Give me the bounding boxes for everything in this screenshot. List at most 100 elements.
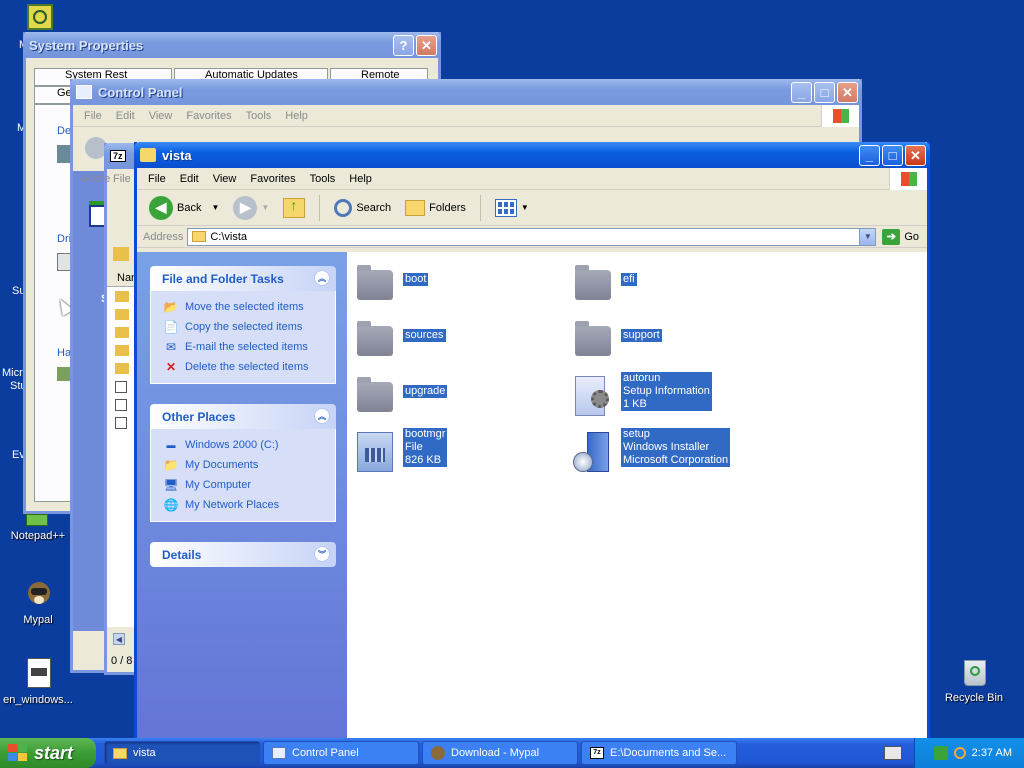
menu-favorites[interactable]: Favorites — [179, 110, 238, 122]
chevron-down-icon[interactable]: ︾ — [314, 546, 330, 562]
file-item-support[interactable]: support — [573, 320, 662, 360]
task-email[interactable]: ✉ E-mail the selected items — [163, 337, 335, 357]
search-tray-icon[interactable] — [953, 747, 966, 759]
menu-edit[interactable]: Edit — [173, 173, 206, 185]
views-button[interactable]: ▼ — [489, 193, 535, 223]
chevron-up-icon[interactable]: ︽ — [314, 408, 330, 424]
windows-installer-icon — [573, 432, 613, 472]
desktop-icon-label: Notepad++ — [10, 530, 66, 542]
task-button-7zip[interactable]: 7z E:\Documents and Se... — [581, 741, 737, 765]
file-item-boot[interactable]: boot — [355, 264, 429, 304]
desktop-top-icon[interactable] — [27, 4, 53, 30]
file-item-upgrade[interactable]: upgrade — [355, 376, 448, 416]
window-title: Control Panel — [98, 84, 183, 100]
vista-explorer-window[interactable]: vista _ □ ✕ File Edit View Favorites Too… — [134, 142, 930, 742]
file-item-setup[interactable]: setup Windows Installer Microsoft Corpor… — [573, 428, 731, 472]
status-bar: 0 / 8 — [111, 655, 133, 667]
menu-help[interactable]: Help — [342, 173, 379, 185]
up-button[interactable]: ↑ — [277, 193, 311, 223]
task-label: Delete the selected items — [185, 361, 309, 373]
clock[interactable]: 2:37 AM — [972, 747, 1012, 759]
file-label: efi — [621, 273, 637, 286]
task-button-control-panel[interactable]: Control Panel — [263, 741, 419, 765]
task-label: vista — [133, 747, 156, 759]
window-title: vista — [162, 147, 192, 163]
place-drive-c[interactable]: ▬ Windows 2000 (C:) — [163, 435, 335, 455]
raccoon-browser-icon — [431, 746, 445, 760]
address-input[interactable]: C:\vista ▼ — [187, 227, 877, 246]
menu-tools[interactable]: Tools — [303, 173, 343, 185]
desktop-icon-notepad[interactable]: Notepad++ — [0, 512, 76, 542]
section-label: Dri — [57, 233, 72, 245]
control-panel-icon — [76, 85, 92, 99]
up-folder-icon[interactable] — [113, 247, 129, 261]
start-button[interactable]: start — [0, 738, 96, 768]
folder-icon — [115, 345, 129, 356]
folder-icon — [115, 291, 129, 302]
maximize-button[interactable]: □ — [882, 145, 903, 166]
menu-help[interactable]: Help — [278, 110, 315, 122]
address-bar: Address C:\vista ▼ ➔ Go — [137, 226, 927, 248]
menu-file[interactable]: File — [77, 110, 109, 122]
file-label: setup Windows Installer Microsoft Corpor… — [621, 428, 731, 467]
recycle-bin-icon — [958, 656, 990, 688]
place-network[interactable]: 🌐 My Network Places — [163, 495, 335, 515]
section-label: De — [57, 125, 72, 137]
7zip-icon: 7z — [590, 747, 604, 759]
search-button[interactable]: Search — [328, 193, 397, 223]
task-button-mypal[interactable]: Download - Mypal — [422, 741, 578, 765]
task-button-vista[interactable]: vista — [104, 741, 260, 765]
file-item-sources[interactable]: sources — [355, 320, 446, 360]
title-bar[interactable]: Control Panel _ □ ✕ — [70, 79, 862, 105]
menu-favorites[interactable]: Favorites — [243, 173, 302, 185]
desktop-icon-recycle-bin[interactable]: Recycle Bin — [936, 656, 1012, 704]
place-my-documents[interactable]: 📁 My Documents — [163, 455, 335, 475]
file-icon — [115, 399, 127, 411]
go-button[interactable]: ➔ Go — [876, 228, 927, 245]
task-delete[interactable]: ✕ Delete the selected items — [163, 357, 335, 377]
folder-icon — [573, 264, 613, 304]
desktop-icon-mypal[interactable]: Mypal — [0, 578, 76, 626]
close-button[interactable]: ✕ — [905, 145, 926, 166]
title-bar[interactable]: vista _ □ ✕ — [134, 142, 930, 168]
keyboard-icon[interactable] — [884, 746, 902, 760]
menu-edit[interactable]: Edit — [109, 110, 142, 122]
chevron-down-icon[interactable]: ▼ — [261, 203, 269, 212]
file-item-efi[interactable]: efi — [573, 264, 637, 304]
minimize-button[interactable]: _ — [791, 82, 812, 103]
place-my-computer[interactable]: 🖥 My Computer — [163, 475, 335, 495]
minimize-button[interactable]: _ — [859, 145, 880, 166]
panel-header[interactable]: File and Folder Tasks ︽ — [150, 266, 336, 291]
close-button[interactable]: ✕ — [837, 82, 858, 103]
place-label: My Network Places — [185, 499, 280, 511]
file-item-bootmgr[interactable]: bootmgr File 826 KB — [355, 428, 448, 472]
desktop-icon-iso[interactable]: en_windows... — [0, 658, 76, 706]
scroll-left-arrow[interactable]: ◀ — [113, 633, 125, 645]
chevron-down-icon[interactable]: ▼ — [211, 203, 219, 212]
panel-header[interactable]: Details ︾ — [150, 542, 336, 567]
menu-file[interactable]: File — [141, 173, 173, 185]
raccoon-browser-icon — [22, 578, 54, 610]
folder-icon — [113, 747, 127, 759]
menu-tools[interactable]: Tools — [239, 110, 279, 122]
back-button[interactable]: ◀ Back ▼ — [143, 193, 225, 223]
title-bar[interactable]: System Properties ? ✕ — [23, 32, 441, 58]
explorer-body: File and Folder Tasks ︽ 📂 Move the select… — [137, 252, 927, 739]
menu-view[interactable]: View — [142, 110, 180, 122]
maximize-button[interactable]: □ — [814, 82, 835, 103]
panel-header[interactable]: Other Places ︽ — [150, 404, 336, 429]
go-arrow-icon: ➔ — [882, 228, 901, 245]
forward-button[interactable]: ▶ ▼ — [227, 193, 275, 223]
menu-bar: File Edit View Favorites Tools Help — [73, 105, 859, 127]
task-move[interactable]: 📂 Move the selected items — [163, 297, 335, 317]
chevron-up-icon[interactable]: ︽ — [314, 270, 330, 286]
help-button[interactable]: ? — [393, 35, 414, 56]
chevron-down-icon[interactable]: ▼ — [859, 228, 876, 245]
file-icon — [115, 417, 127, 429]
menu-view[interactable]: View — [206, 173, 244, 185]
close-button[interactable]: ✕ — [416, 35, 437, 56]
file-item-autorun[interactable]: autorun Setup Information 1 KB — [573, 372, 712, 416]
folders-button[interactable]: Folders — [399, 193, 472, 223]
network-icon[interactable] — [933, 746, 948, 760]
task-copy[interactable]: 📄 Copy the selected items — [163, 317, 335, 337]
